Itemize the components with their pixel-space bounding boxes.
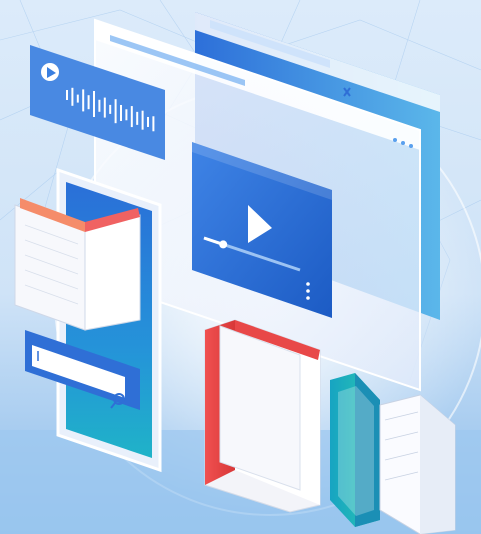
red-book xyxy=(204,319,321,513)
waveform-bar xyxy=(109,104,112,114)
waveform-bar xyxy=(136,111,139,125)
digital-library-illustration xyxy=(0,0,481,534)
waveform-bar xyxy=(147,116,149,127)
waveform-bar xyxy=(152,116,155,132)
white-book xyxy=(379,394,456,534)
waveform-bar xyxy=(120,104,122,121)
waveform-bar xyxy=(76,94,79,103)
waveform-bar xyxy=(103,97,106,118)
waveform-bar xyxy=(98,99,101,112)
waveform-bar xyxy=(66,90,68,100)
waveform-bar xyxy=(71,87,74,106)
waveform-bar xyxy=(130,106,133,128)
waveform-bar xyxy=(93,90,95,117)
waveform-bar xyxy=(125,109,128,121)
waveform-bar xyxy=(141,110,144,130)
waveform-bar xyxy=(82,89,85,112)
teal-book xyxy=(330,373,380,527)
waveform-bar xyxy=(87,95,90,110)
play-icon xyxy=(41,63,59,81)
dots-icon xyxy=(306,282,310,300)
waveform-bar xyxy=(114,99,117,124)
